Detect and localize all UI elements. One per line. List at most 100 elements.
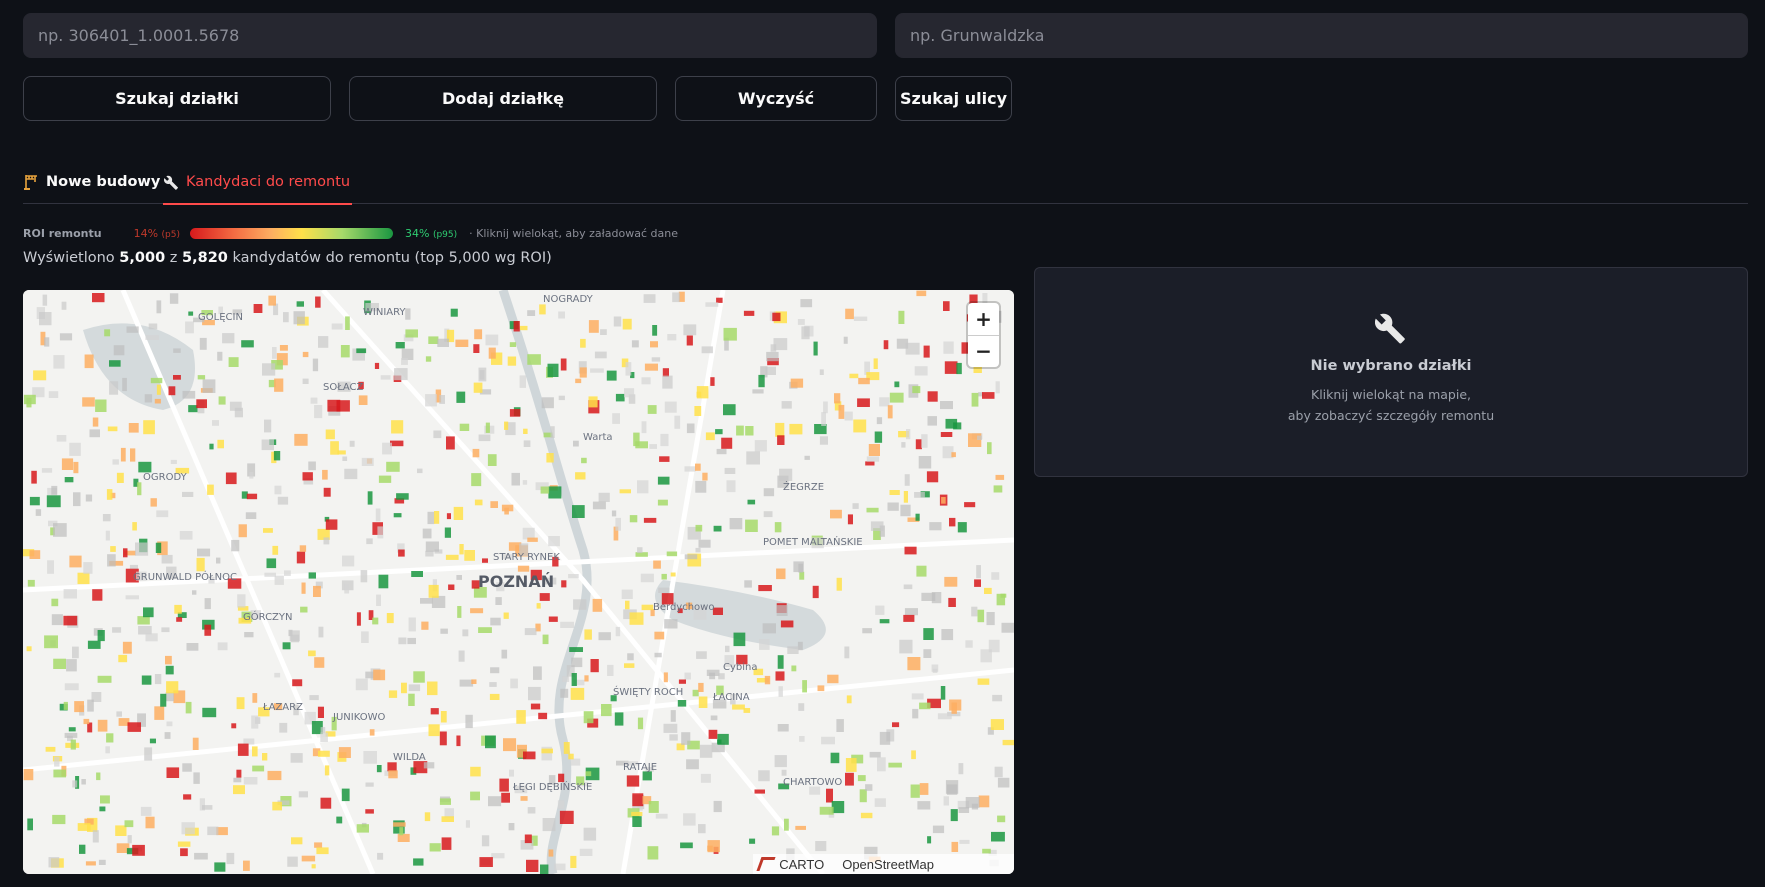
parcel-polygon[interactable] <box>267 770 282 781</box>
parcel-polygon[interactable] <box>488 347 496 359</box>
parcel-polygon[interactable] <box>439 731 447 746</box>
parcel-polygon[interactable] <box>490 501 498 508</box>
parcel-polygon[interactable] <box>439 798 451 805</box>
parcel-polygon[interactable] <box>188 405 198 413</box>
parcel-polygon[interactable] <box>572 505 585 518</box>
parcel-polygon[interactable] <box>63 701 68 710</box>
parcel-polygon[interactable] <box>124 820 134 828</box>
parcel-polygon[interactable] <box>325 519 338 530</box>
parcel-polygon[interactable] <box>650 341 658 348</box>
parcel-polygon[interactable] <box>300 606 308 613</box>
parcel-polygon[interactable] <box>723 327 737 341</box>
parcel-polygon[interactable] <box>485 422 490 433</box>
parcel-polygon[interactable] <box>33 370 47 381</box>
parcel-polygon[interactable] <box>393 822 406 827</box>
parcel-polygon[interactable] <box>653 560 661 569</box>
tab-renovation-candidates[interactable]: Kandydaci do remontu <box>163 160 353 205</box>
parcel-polygon[interactable] <box>173 375 181 380</box>
parcel-polygon[interactable] <box>950 809 958 822</box>
parcel-polygon[interactable] <box>860 812 873 819</box>
parcel-polygon[interactable] <box>813 341 818 356</box>
parcel-polygon[interactable] <box>387 762 397 772</box>
parcel-polygon[interactable] <box>45 746 56 752</box>
parcel-polygon[interactable] <box>341 788 350 802</box>
parcel-polygon[interactable] <box>424 812 431 822</box>
parcel-polygon[interactable] <box>509 409 521 417</box>
parcel-polygon[interactable] <box>434 511 440 524</box>
parcel-polygon[interactable] <box>911 750 916 760</box>
parcel-polygon[interactable] <box>428 584 439 598</box>
parcel-polygon[interactable] <box>662 368 669 377</box>
parcel-polygon[interactable] <box>819 806 834 815</box>
parcel-polygon[interactable] <box>482 558 488 563</box>
parcel-polygon[interactable] <box>772 312 781 322</box>
parcel-polygon[interactable] <box>440 711 447 723</box>
parcel-polygon[interactable] <box>137 616 150 625</box>
parcel-polygon[interactable] <box>923 345 930 358</box>
parcel-polygon[interactable] <box>356 824 369 833</box>
parcel-polygon[interactable] <box>308 650 316 657</box>
parcel-polygon[interactable] <box>1002 739 1014 746</box>
parcel-polygon[interactable] <box>715 429 723 435</box>
parcel-polygon[interactable] <box>150 377 163 384</box>
parcel-polygon[interactable] <box>745 519 758 532</box>
parcel-polygon[interactable] <box>916 290 927 297</box>
parcel-polygon[interactable] <box>592 598 603 612</box>
parcel-polygon[interactable] <box>393 513 402 518</box>
parcel-polygon[interactable] <box>372 617 379 625</box>
parcel-polygon[interactable] <box>218 396 226 405</box>
parcel-polygon[interactable] <box>632 816 642 827</box>
parcel-polygon[interactable] <box>648 801 659 813</box>
parcel-polygon[interactable] <box>571 673 577 686</box>
parcel-polygon[interactable] <box>263 528 273 533</box>
parcel-polygon[interactable] <box>977 678 990 685</box>
parcel-polygon[interactable] <box>944 361 958 374</box>
parcel-polygon[interactable] <box>758 374 765 388</box>
parcel-polygon[interactable] <box>485 735 496 749</box>
parcel-polygon[interactable] <box>663 672 668 683</box>
parcel-polygon[interactable] <box>847 514 853 525</box>
parcel-polygon[interactable] <box>44 635 58 649</box>
parcel-polygon[interactable] <box>311 864 316 869</box>
parcel-polygon[interactable] <box>183 794 192 800</box>
parcel-polygon[interactable] <box>430 708 439 715</box>
parcel-polygon[interactable] <box>104 329 111 337</box>
parcel-polygon[interactable] <box>951 841 959 852</box>
parcel-polygon[interactable] <box>165 665 174 675</box>
parcel-polygon[interactable] <box>82 397 95 407</box>
parcel-polygon[interactable] <box>721 437 733 449</box>
attribution-osm[interactable]: OpenStreetMap <box>842 857 934 872</box>
parcel-polygon[interactable] <box>272 801 282 811</box>
parcel-polygon[interactable] <box>583 711 594 724</box>
parcel-polygon[interactable] <box>95 399 107 413</box>
parcel-polygon[interactable] <box>154 706 165 720</box>
parcel-polygon[interactable] <box>705 432 715 441</box>
parcel-polygon[interactable] <box>927 391 938 402</box>
parcel-polygon[interactable] <box>524 834 532 844</box>
parcel-polygon[interactable] <box>405 329 418 338</box>
parcel-polygon[interactable] <box>830 509 842 519</box>
parcel-polygon[interactable] <box>866 507 879 513</box>
parcel-polygon[interactable] <box>530 703 541 710</box>
parcel-polygon[interactable] <box>340 345 350 358</box>
parcel-polygon[interactable] <box>411 571 423 577</box>
parcel-polygon[interactable] <box>523 751 536 760</box>
parcel-polygon[interactable] <box>73 461 79 474</box>
parcel-polygon[interactable] <box>745 426 754 436</box>
parcel-polygon[interactable] <box>324 765 330 776</box>
parcel-polygon[interactable] <box>338 747 351 758</box>
parcel-polygon[interactable] <box>916 565 927 577</box>
parcel-polygon[interactable] <box>546 453 554 463</box>
parcel-polygon[interactable] <box>996 593 1006 606</box>
parcel-polygon[interactable] <box>892 722 900 728</box>
parcel-polygon[interactable] <box>624 663 635 668</box>
parcel-polygon[interactable] <box>865 461 875 466</box>
parcel-polygon[interactable] <box>413 858 424 866</box>
parcel-polygon[interactable] <box>692 689 699 697</box>
parcel-polygon[interactable] <box>904 546 917 555</box>
parcel-polygon[interactable] <box>853 419 867 433</box>
parcel-polygon[interactable] <box>459 544 464 555</box>
parcel-polygon[interactable] <box>632 793 644 807</box>
parcel-polygon[interactable] <box>957 522 967 533</box>
parcel-polygon[interactable] <box>120 447 126 462</box>
